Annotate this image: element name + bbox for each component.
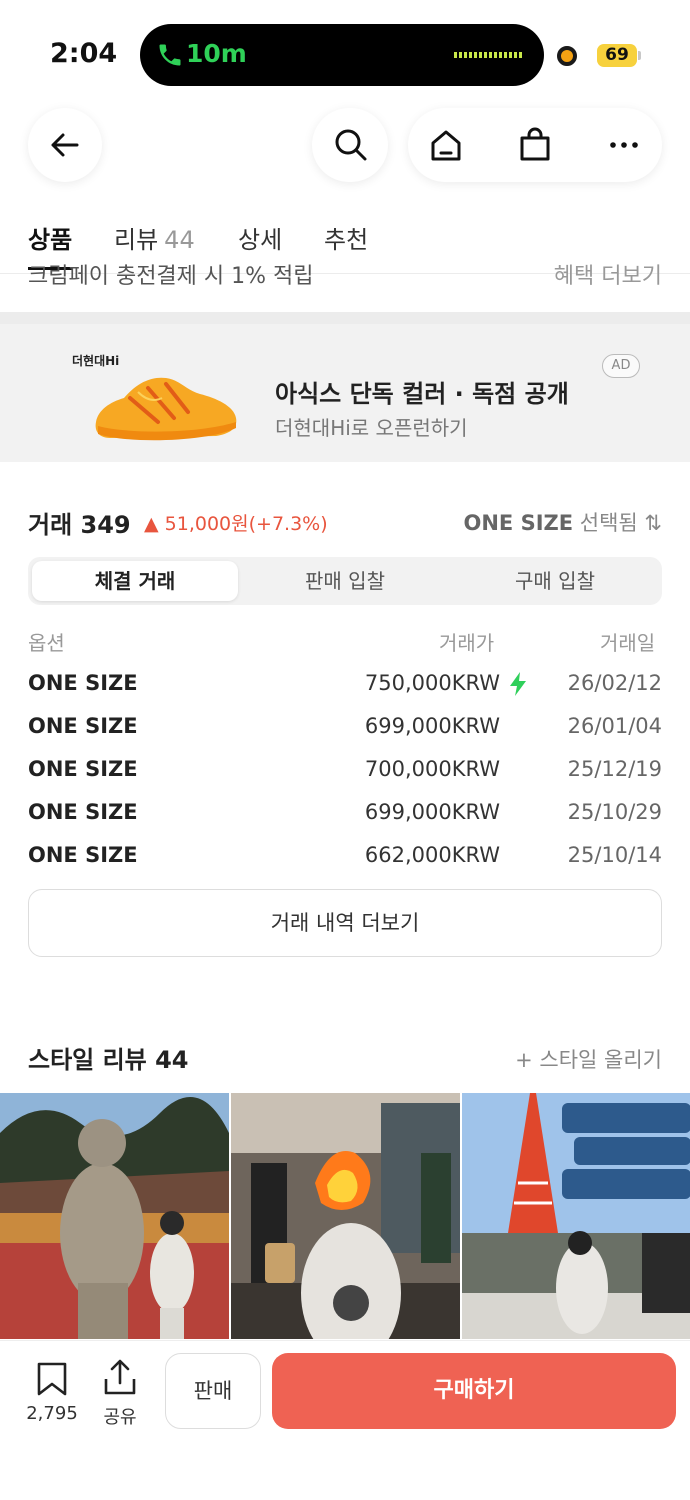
ad-subtitle: 더현대Hi로 오픈런하기	[275, 416, 468, 440]
status-bar: 2:04 10m 69	[0, 0, 690, 100]
table-row: ONE SIZE 699,000KRW 26/01/04	[28, 714, 662, 754]
row-option: ONE SIZE	[28, 714, 138, 738]
ad-badge: AD	[602, 354, 640, 378]
style-photo[interactable]	[0, 1093, 229, 1339]
style-photo[interactable]	[462, 1093, 690, 1339]
segment-sell-bids[interactable]: 판매 입찰	[242, 561, 448, 601]
row-option: ONE SIZE	[28, 671, 138, 695]
trade-count-title: 거래 349	[28, 511, 131, 539]
ad-banner[interactable]: 더현대Hi 아식스 단독 컬러 · 독점 공개 더현대Hi로 오픈런하기 AD	[0, 312, 690, 462]
segment-executed-trades[interactable]: 체결 거래	[32, 561, 238, 601]
buy-button[interactable]: 구매하기	[272, 1353, 676, 1429]
shopping-bag-icon[interactable]	[517, 127, 553, 163]
nav-action-group	[408, 108, 662, 182]
bottom-action-bar: 2,795 공유 판매 구매하기	[0, 1340, 690, 1500]
recording-indicator	[557, 46, 577, 66]
style-photo[interactable]	[231, 1093, 460, 1339]
lightning-icon	[510, 672, 526, 696]
ad-brand-logo: 더현대Hi	[72, 354, 120, 368]
search-button[interactable]	[312, 108, 388, 182]
table-row: ONE SIZE 750,000KRW 26/02/12	[28, 671, 662, 711]
row-price: 750,000KRW	[364, 671, 500, 695]
trade-header: 거래 349 ▲ 51,000원(+7.3%) ONE SIZE 선택됨 ⇅	[28, 505, 662, 539]
trade-segment-control: 체결 거래 판매 입찰 구매 입찰	[28, 557, 662, 605]
benefit-text: 크림페이 충전결제 시 1% 적립	[28, 264, 314, 288]
size-selected-label: 선택됨 ⇅	[579, 511, 662, 535]
column-date: 거래일	[600, 631, 656, 655]
style-photo-image	[462, 1093, 690, 1339]
arrow-left-icon	[51, 133, 79, 157]
segment-buy-bids[interactable]: 구매 입찰	[452, 561, 658, 601]
column-price: 거래가	[439, 631, 495, 655]
tab-detail-label: 상세	[238, 226, 283, 254]
style-photo-strip	[0, 1093, 690, 1339]
price-change: ▲ 51,000원(+7.3%)	[144, 513, 328, 535]
back-button[interactable]	[28, 108, 102, 182]
table-row: ONE SIZE 700,000KRW 25/12/19	[28, 757, 662, 797]
style-photo-image	[231, 1093, 460, 1339]
row-price: 662,000KRW	[364, 843, 500, 867]
ad-title: 아식스 단독 컬러 · 독점 공개	[275, 380, 569, 408]
battery-tip	[638, 51, 641, 60]
style-review-title: 스타일 리뷰 44	[28, 1046, 189, 1074]
sell-button[interactable]: 판매	[165, 1353, 261, 1429]
size-selector[interactable]: ONE SIZE 선택됨 ⇅	[463, 507, 662, 537]
home-icon[interactable]	[428, 128, 464, 164]
size-value: ONE SIZE	[463, 511, 574, 535]
row-option: ONE SIZE	[28, 800, 138, 824]
battery-indicator: 69	[597, 44, 637, 67]
table-row: ONE SIZE 662,000KRW 25/10/14	[28, 843, 662, 883]
clock: 2:04	[50, 38, 118, 69]
dynamic-island[interactable]: 10m	[140, 24, 544, 86]
row-date: 26/02/12	[567, 671, 662, 695]
row-price: 699,000KRW	[364, 800, 500, 824]
sneaker-image	[95, 377, 237, 441]
tab-review[interactable]: 리뷰 44	[114, 220, 195, 255]
row-date: 25/12/19	[567, 757, 662, 781]
tab-recommend[interactable]: 추천	[324, 220, 368, 255]
row-date: 25/10/29	[567, 800, 662, 824]
phone-icon	[159, 44, 181, 66]
share-icon[interactable]	[102, 1357, 138, 1397]
tab-review-label: 리뷰	[114, 226, 159, 254]
row-date: 26/01/04	[567, 714, 662, 738]
row-option: ONE SIZE	[28, 843, 138, 867]
row-date: 25/10/14	[567, 843, 662, 867]
call-duration: 10m	[186, 39, 247, 68]
style-photo-image	[0, 1093, 229, 1339]
column-option: 옵션	[28, 631, 65, 655]
tab-recommend-label: 추천	[324, 226, 369, 254]
search-icon	[335, 129, 367, 161]
style-upload-link[interactable]: + 스타일 올리기	[515, 1044, 662, 1074]
row-price: 700,000KRW	[364, 757, 500, 781]
table-row: ONE SIZE 699,000KRW 25/10/29	[28, 800, 662, 840]
row-price: 699,000KRW	[364, 714, 500, 738]
audio-waveform	[454, 52, 522, 58]
trade-history-more-button[interactable]: 거래 내역 더보기	[28, 889, 662, 957]
tab-product-label: 상품	[28, 226, 73, 254]
tab-detail[interactable]: 상세	[238, 220, 282, 255]
more-icon[interactable]	[606, 127, 642, 163]
tab-review-count: 44	[164, 226, 195, 254]
benefit-row: 크림페이 충전결제 시 1% 적립 혜택 더보기	[0, 262, 690, 288]
benefit-more-link[interactable]: 혜택 더보기	[554, 262, 662, 288]
row-option: ONE SIZE	[28, 757, 138, 781]
bookmark-icon[interactable]	[36, 1361, 68, 1397]
share-label: 공유	[103, 1407, 137, 1428]
bookmark-count: 2,795	[26, 1403, 78, 1424]
tab-product[interactable]: 상품	[28, 220, 73, 270]
